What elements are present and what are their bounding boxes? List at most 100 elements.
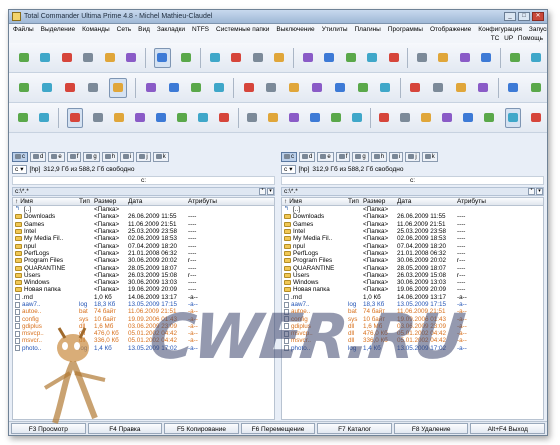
toolbar-button-icon[interactable]: [531, 111, 542, 125]
close-button[interactable]: ✕: [532, 12, 544, 21]
drive-button-d[interactable]: d: [299, 151, 316, 162]
chevron-down-icon[interactable]: ▾: [267, 188, 274, 195]
file-row[interactable]: Intel <Папка> 25.03.2009 23:58 ----: [13, 228, 274, 235]
toolbar-button-icon[interactable]: [507, 81, 520, 95]
file-row[interactable]: QUARANTINE <Папка> 28.05.2009 18:07 ----: [13, 264, 274, 272]
toolbar-button-icon[interactable]: [388, 51, 400, 65]
file-row[interactable]: npul <Папка> 07.04.2009 18:20 ----: [13, 242, 274, 250]
toolbar-button-icon[interactable]: [104, 51, 116, 65]
toolbar-button-icon[interactable]: [213, 81, 226, 95]
toolbar-button-icon[interactable]: [167, 81, 180, 95]
toolbar-button-icon[interactable]: [509, 51, 521, 65]
file-row[interactable]: Windows <Папка> 30.06.2009 13:03 ----: [282, 279, 543, 286]
toolbar-button-icon[interactable]: [66, 107, 83, 128]
menu-item[interactable]: Команды: [82, 26, 110, 33]
column-ext[interactable]: Тип: [348, 198, 363, 205]
toolbar-button-icon[interactable]: [351, 111, 362, 125]
drive-button-j[interactable]: j: [405, 151, 420, 162]
path-bar[interactable]: c:\*.* * ▾: [12, 187, 275, 196]
toolbar-button-icon[interactable]: [135, 111, 146, 125]
toolbar-button-icon[interactable]: [288, 81, 301, 95]
menu-item[interactable]: Конфигурация: [478, 26, 522, 33]
toolbar-button-icon[interactable]: [18, 111, 29, 125]
menu-item-launch[interactable]: Запуск: [529, 26, 547, 33]
toolbar-button-icon[interactable]: [416, 51, 428, 65]
column-ext[interactable]: Тип: [79, 198, 94, 205]
toolbar-button-icon[interactable]: [288, 111, 299, 125]
drive-button-h[interactable]: h: [101, 151, 119, 162]
drive-button-d[interactable]: d: [30, 151, 47, 162]
menu-item-tc-up[interactable]: TC UP: [491, 35, 513, 42]
file-row[interactable]: My Media Fil.. <Папка> 02.06.2009 18:53 ---…: [13, 235, 274, 242]
drive-button-i[interactable]: i: [120, 151, 135, 162]
fkey-button[interactable]: Alt+F4 Выход: [470, 423, 546, 434]
drive-button-i[interactable]: i: [389, 151, 404, 162]
file-row[interactable]: Downloads <Папка> 26.06.2009 11:55 ----: [282, 213, 543, 220]
toolbar-button-icon[interactable]: [18, 81, 31, 95]
toolbar-button-icon[interactable]: [530, 51, 542, 65]
column-name[interactable]: ↑ Имя: [282, 198, 348, 205]
file-row[interactable]: Users <Папка> 26.03.2009 15:08 r---: [13, 272, 274, 279]
file-row[interactable]: Intel <Папка> 25.03.2009 23:58 ----: [282, 228, 543, 235]
fkey-button[interactable]: F8 Удаление: [393, 423, 469, 434]
file-row[interactable]: ↰ [..] <Папка>: [13, 206, 274, 213]
file-row[interactable]: Downloads <Папка> 26.06.2009 11:55 ----: [13, 213, 274, 220]
column-date[interactable]: Дата: [128, 198, 188, 205]
toolbar-button-icon[interactable]: [109, 77, 128, 98]
toolbar-button-icon[interactable]: [61, 51, 73, 65]
drive-button-h[interactable]: h: [370, 151, 388, 162]
file-row[interactable]: Games <Папка> 11.06.2009 21:51 ----: [282, 221, 543, 228]
file-row[interactable]: Games <Папка> 11.06.2009 21:51 ----: [13, 221, 274, 228]
toolbar-button-icon[interactable]: [39, 111, 50, 125]
file-row[interactable]: PerfLogs <Папка> 21.01.2008 06:32 ----: [282, 250, 543, 257]
toolbar-button-icon[interactable]: [209, 51, 221, 65]
toolbar-button-icon[interactable]: [309, 111, 320, 125]
toolbar-button-icon[interactable]: [431, 81, 444, 95]
fkey-button[interactable]: F7 Каталог: [317, 423, 392, 434]
menu-item[interactable]: Сеть: [117, 26, 131, 33]
file-row[interactable]: Program Files <Папка> 30.06.2009 20:02 r---: [282, 257, 543, 264]
toolbar-button-icon[interactable]: [379, 111, 390, 125]
history-icon[interactable]: *: [528, 188, 535, 195]
drive-button-c[interactable]: c: [12, 151, 28, 162]
toolbar-button-icon[interactable]: [302, 51, 314, 65]
menu-item[interactable]: Утилиты: [322, 26, 348, 33]
toolbar-button-icon[interactable]: [86, 81, 99, 95]
file-row[interactable]: Windows <Папка> 30.06.2009 13:03 ----: [13, 279, 274, 286]
drive-button-g[interactable]: g: [83, 151, 100, 162]
file-row[interactable]: npul <Папка> 07.04.2009 18:20 ----: [282, 242, 543, 250]
toolbar-button-icon[interactable]: [83, 51, 95, 65]
file-row[interactable]: Program Files <Папка> 30.06.2009 20:02 r---: [13, 257, 274, 264]
file-row[interactable]: Новая папка <Папка> 19.06.2009 20:09 ----: [13, 286, 274, 293]
drive-button-c[interactable]: c: [281, 151, 297, 162]
file-row[interactable]: Новая папка <Папка> 19.06.2009 20:09 ----: [282, 286, 543, 293]
toolbar-button-icon[interactable]: [265, 81, 278, 95]
menu-item[interactable]: Отображение: [430, 26, 471, 33]
toolbar-button-icon[interactable]: [442, 111, 453, 125]
toolbar-button-icon[interactable]: [311, 81, 324, 95]
toolbar-button-icon[interactable]: [153, 47, 171, 68]
fkey-button[interactable]: F6 Перемещение: [240, 423, 316, 434]
toolbar-button-icon[interactable]: [529, 81, 542, 95]
toolbar-button-icon[interactable]: [230, 51, 242, 65]
toolbar-button-icon[interactable]: [252, 51, 264, 65]
toolbar-button-icon[interactable]: [242, 81, 255, 95]
toolbar-button-icon[interactable]: [114, 111, 125, 125]
drive-select[interactable]: c ▾: [12, 164, 27, 174]
toolbar-button-icon[interactable]: [504, 107, 521, 128]
drive-button-k[interactable]: k: [152, 151, 169, 162]
column-size[interactable]: Размер: [363, 198, 397, 205]
fkey-button[interactable]: F5 Копирование: [164, 423, 239, 434]
toolbar-button-icon[interactable]: [454, 81, 467, 95]
drive-button-k[interactable]: k: [421, 151, 438, 162]
drive-select[interactable]: c ▾: [281, 164, 296, 174]
toolbar-button-icon[interactable]: [333, 81, 346, 95]
file-row[interactable]: ↰ [..] <Папка>: [282, 206, 543, 213]
toolbar-button-icon[interactable]: [156, 111, 167, 125]
menu-item[interactable]: Файлы: [13, 26, 34, 33]
toolbar-button-icon[interactable]: [345, 51, 357, 65]
toolbar-button-icon[interactable]: [400, 111, 411, 125]
toolbar-button-icon[interactable]: [181, 51, 193, 65]
column-attr[interactable]: Атрибуты: [188, 198, 274, 205]
menu-item[interactable]: NTFS: [192, 26, 209, 33]
